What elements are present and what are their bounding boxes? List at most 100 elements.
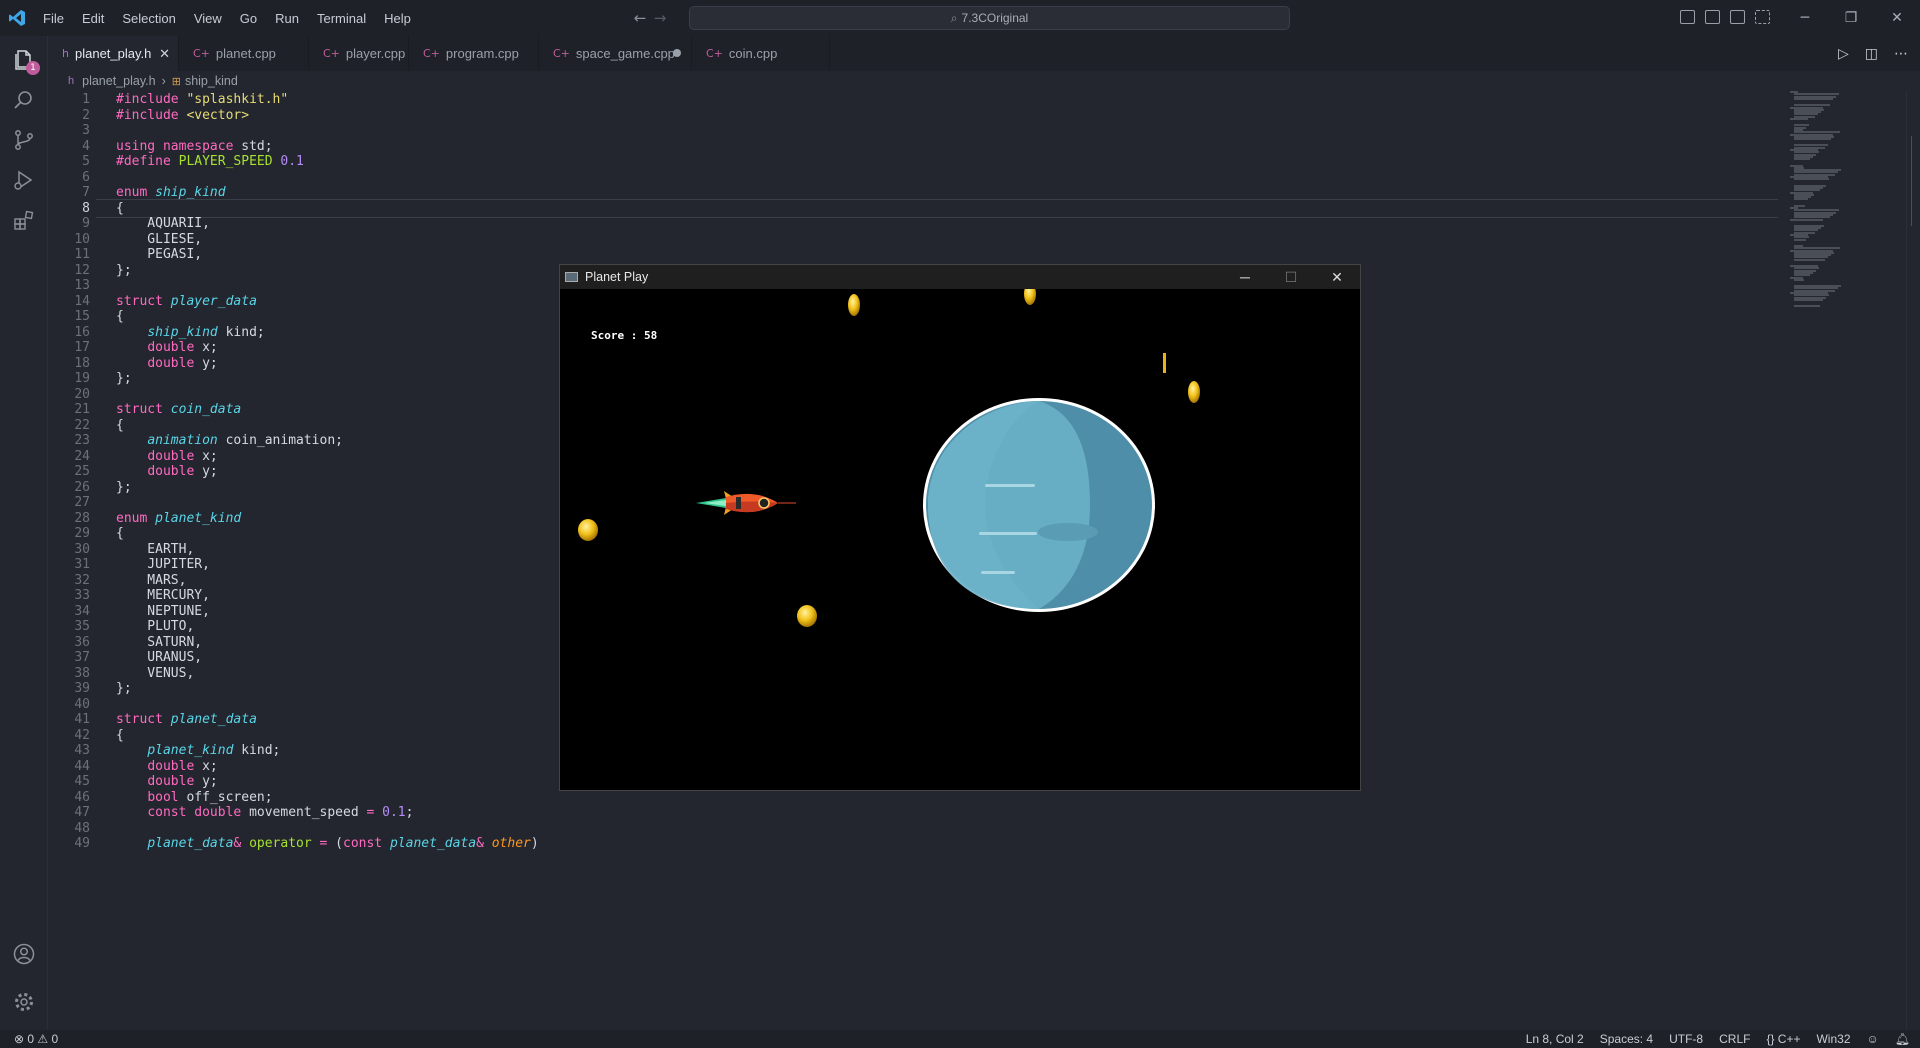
breadcrumb-symbol[interactable]: ship_kind — [185, 74, 238, 88]
cpp-file-icon: C+ — [193, 47, 210, 60]
cursor-position[interactable]: Ln 8, Col 2 — [1526, 1030, 1584, 1048]
minimap-line — [1794, 158, 1810, 161]
forward-arrow-icon[interactable]: → — [650, 9, 670, 27]
code-text: #define PLAYER_SPEED 0.1 — [116, 154, 304, 169]
editor-scrollbar[interactable] — [1906, 91, 1920, 1030]
coin — [1163, 353, 1166, 373]
navigation-arrows: ← → — [630, 9, 672, 27]
menu-go[interactable]: Go — [231, 11, 266, 26]
tab-space-game-cpp[interactable]: C+ space_game.cpp — [539, 36, 692, 71]
split-editor-icon[interactable]: ◫ — [1865, 46, 1878, 62]
code-text: enum planet_kind — [116, 510, 242, 526]
unsaved-dot-icon[interactable] — [673, 49, 681, 57]
menu-run[interactable]: Run — [266, 11, 308, 26]
close-tab-icon[interactable]: ✕ — [159, 46, 170, 62]
search-icon[interactable] — [12, 88, 36, 112]
game-canvas[interactable]: Score : 58 — [560, 289, 1360, 791]
layout-controls — [1680, 10, 1770, 24]
menu-view[interactable]: View — [185, 11, 231, 26]
coin — [1188, 381, 1200, 403]
feedback-icon[interactable]: ☺ — [1867, 1030, 1879, 1048]
tab-coin-cpp[interactable]: C+ coin.cpp — [692, 36, 830, 71]
scrollbar-thumb[interactable] — [1911, 136, 1917, 226]
minimap[interactable] — [1790, 91, 1890, 308]
settings-gear-icon[interactable] — [12, 990, 36, 1014]
command-center-search[interactable]: ⌕ 7.3COriginal — [689, 6, 1290, 30]
end-of-line[interactable]: CRLF — [1719, 1030, 1750, 1048]
current-line-highlight — [96, 198, 1778, 218]
back-arrow-icon[interactable]: ← — [630, 9, 650, 27]
tab-label: space_game.cpp — [575, 46, 675, 61]
minimap-line — [1794, 238, 1806, 241]
notifications-bell-icon[interactable]: 🔔︎ — [1895, 1030, 1910, 1048]
menu-selection[interactable]: Selection — [113, 11, 184, 26]
close-icon[interactable]: ✕ — [1314, 265, 1360, 289]
minimap-line — [1794, 138, 1831, 141]
tab-planet-play-h[interactable]: h planet_play.h ✕ — [48, 36, 179, 71]
game-window-titlebar[interactable]: Planet Play ─ ☐ ✕ — [560, 265, 1360, 289]
minimap-line — [1790, 118, 1808, 120]
minimap-line — [1790, 218, 1823, 221]
minimize-icon[interactable]: ─ — [1782, 0, 1828, 36]
toggle-panel-icon[interactable] — [1705, 10, 1720, 24]
problems-indicator[interactable]: ⊗ 0 ⚠ 0 — [14, 1030, 58, 1048]
menu-edit[interactable]: Edit — [73, 11, 113, 26]
title-bar: File Edit Selection View Go Run Terminal… — [0, 0, 1920, 36]
tab-label: program.cpp — [445, 46, 519, 61]
editor-actions: ▷ ◫ ⋯ — [1838, 36, 1920, 71]
source-control-icon[interactable] — [12, 128, 36, 152]
tab-label: coin.cpp — [728, 46, 778, 61]
close-icon[interactable]: ✕ — [1874, 0, 1920, 36]
tab-planet-cpp[interactable]: C+ planet.cpp — [179, 36, 309, 71]
maximize-icon[interactable]: ☐ — [1268, 265, 1314, 289]
coin — [797, 605, 817, 627]
code-text: const double movement_speed = 0.1; — [147, 805, 414, 820]
menu-file[interactable]: File — [34, 11, 73, 26]
tab-label: planet.cpp — [215, 46, 276, 61]
game-scene — [578, 289, 1200, 627]
toggle-primary-sidebar-icon[interactable] — [1680, 10, 1695, 24]
minimap-line — [1794, 305, 1820, 308]
menu-help[interactable]: Help — [375, 11, 420, 26]
encoding[interactable]: UTF-8 — [1669, 1030, 1703, 1048]
game-window-controls: ─ ☐ ✕ — [1222, 265, 1360, 289]
breadcrumb-file[interactable]: planet_play.h — [82, 74, 155, 88]
header-file-icon: h — [68, 75, 75, 87]
minimize-icon[interactable]: ─ — [1222, 265, 1268, 289]
indentation[interactable]: Spaces: 4 — [1600, 1030, 1653, 1048]
customize-layout-icon[interactable] — [1755, 10, 1770, 24]
breadcrumb: h planet_play.h › ⊞ ship_kind — [48, 71, 1748, 91]
coin — [848, 294, 860, 316]
editor-tabs: h planet_play.h ✕ C+ planet.cpp C+ playe… — [48, 36, 1920, 71]
line-number: 49 — [74, 836, 90, 851]
code-text: struct planet_data — [116, 712, 257, 727]
code-text: #include <vector> — [116, 107, 250, 123]
coin — [578, 519, 598, 541]
language-mode[interactable]: {} C++ — [1766, 1030, 1800, 1048]
restore-icon[interactable]: ❐ — [1828, 0, 1874, 36]
explorer-badge: 1 — [26, 61, 40, 75]
planet-play-window[interactable]: Planet Play ─ ☐ ✕ Score : 58 — [559, 264, 1361, 791]
minimap-line — [1794, 278, 1804, 281]
tab-program-cpp[interactable]: C+ program.cpp — [409, 36, 539, 71]
coin — [1024, 289, 1036, 305]
status-right: Ln 8, Col 2 Spaces: 4 UTF-8 CRLF {} C++ … — [1526, 1030, 1910, 1048]
platform[interactable]: Win32 — [1816, 1030, 1850, 1048]
planet-uranus — [923, 398, 1155, 612]
run-file-icon[interactable]: ▷ — [1838, 46, 1849, 62]
workspace-name: 7.3COriginal — [961, 11, 1029, 25]
header-file-icon: h — [62, 47, 69, 60]
enum-symbol-icon: ⊞ — [171, 75, 181, 88]
more-actions-icon[interactable]: ⋯ — [1894, 46, 1908, 62]
minimap-line — [1794, 178, 1829, 181]
tab-player-cpp[interactable]: C+ player.cpp — [309, 36, 409, 71]
window-controls: ─ ❐ ✕ — [1782, 0, 1920, 36]
menu-terminal[interactable]: Terminal — [308, 11, 375, 26]
extensions-icon[interactable] — [12, 208, 36, 232]
minimap-line — [1794, 258, 1825, 261]
cpp-file-icon: C+ — [323, 47, 340, 60]
tab-label: player.cpp — [345, 46, 406, 61]
account-icon[interactable] — [12, 942, 36, 966]
toggle-secondary-sidebar-icon[interactable] — [1730, 10, 1745, 24]
run-debug-icon[interactable] — [12, 168, 36, 192]
